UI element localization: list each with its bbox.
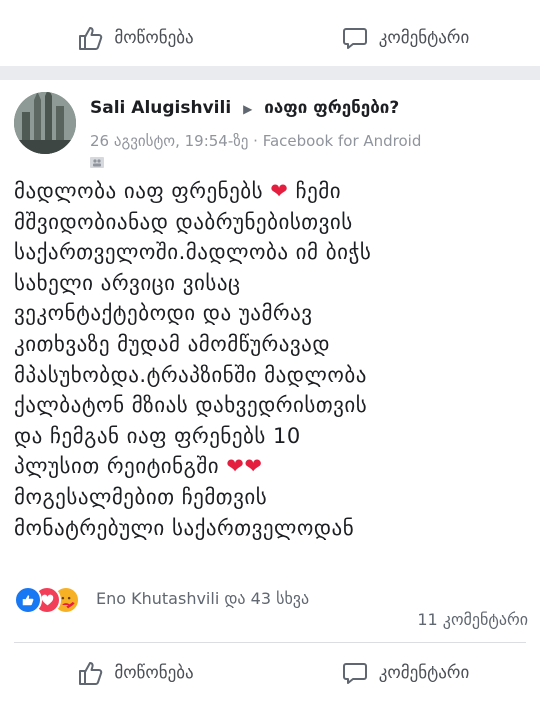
thumbs-up-icon: [79, 27, 103, 50]
post-line: მონატრებული საქართველოდან: [14, 515, 355, 540]
meta-separator: ·: [253, 132, 258, 150]
action-divider: [14, 642, 526, 643]
feed-separator: [0, 66, 540, 80]
post-line: პლუსით რეიტინგში ❤❤: [14, 454, 263, 479]
post-line: ვეკონტაქტებოდი და უამრავ: [14, 301, 313, 326]
double-heart-emoji-icon: ❤❤: [226, 454, 263, 479]
post-source: Facebook for Android: [262, 132, 422, 150]
post-line: და ჩემგან იაფ ფრენებს 10: [14, 423, 301, 448]
post-line: მშვიდობიანად დაბრუნებისთვის: [14, 209, 353, 234]
friends-audience-icon[interactable]: [90, 157, 104, 168]
post-line: მპასუხობდა.ტრაპზინში მადლობა: [14, 362, 367, 387]
top-action-bar: მოწონება კომენტარი: [0, 10, 540, 66]
post-line: საქართველოში.მადლობა იმ ბიჭს: [14, 240, 372, 265]
post-timestamp[interactable]: 26 აგვისტო, 19:54-ზე: [90, 132, 248, 150]
like-label: მოწონება: [114, 663, 194, 683]
comment-bubble-icon: [342, 28, 367, 49]
reactions-text: Eno Khutashvili და 43 სხვა: [96, 589, 310, 608]
like-button[interactable]: მოწონება: [0, 10, 270, 66]
post-text: მადლობა იაფ ფრენებს ❤ ჩემი მშვიდობიანად …: [14, 176, 530, 543]
avatar[interactable]: [14, 92, 76, 154]
comment-button[interactable]: კომენტარი: [270, 645, 540, 701]
comment-button[interactable]: კომენტარი: [270, 10, 540, 66]
cathedral-photo-icon: [14, 92, 76, 154]
comment-label: კომენტარი: [378, 663, 470, 683]
like-reaction-icon: [14, 586, 42, 614]
like-label: მოწონება: [114, 28, 194, 48]
post-line: მოგესალმებით ჩემთვის: [14, 484, 268, 509]
post-line: მადლობა იაფ ფრენებს ❤ ჩემი: [14, 179, 342, 203]
reaction-icons: [14, 586, 94, 614]
bottom-action-bar: მოწონება კომენტარი: [0, 645, 540, 701]
post-line: ქალბატონ მზიას დახვედრისთვის: [14, 393, 368, 418]
author-line: Sali Alugishvili ▶ იაფი ფრენები?: [90, 98, 399, 118]
heart-emoji-icon: ❤: [270, 179, 289, 203]
thumbs-up-icon: [79, 662, 103, 685]
post-line: კითხვაზე მუდამ ამომწურავად: [14, 331, 331, 356]
comment-label: კომენტარი: [378, 28, 470, 48]
comment-bubble-icon: [342, 663, 367, 684]
destination-page[interactable]: იაფი ფრენები?: [264, 98, 399, 118]
post-line: სახელი არვიცი ვისაც: [14, 270, 241, 295]
post-header: Sali Alugishvili ▶ იაფი ფრენები? 26 აგვი…: [14, 92, 534, 168]
caret-right-icon: ▶: [243, 102, 253, 116]
post-meta: 26 აგვისტო, 19:54-ზე · Facebook for Andr…: [90, 132, 421, 150]
author-name[interactable]: Sali Alugishvili: [90, 98, 231, 118]
like-button[interactable]: მოწონება: [0, 645, 270, 701]
comments-count[interactable]: 11 კომენტარი: [417, 610, 528, 629]
